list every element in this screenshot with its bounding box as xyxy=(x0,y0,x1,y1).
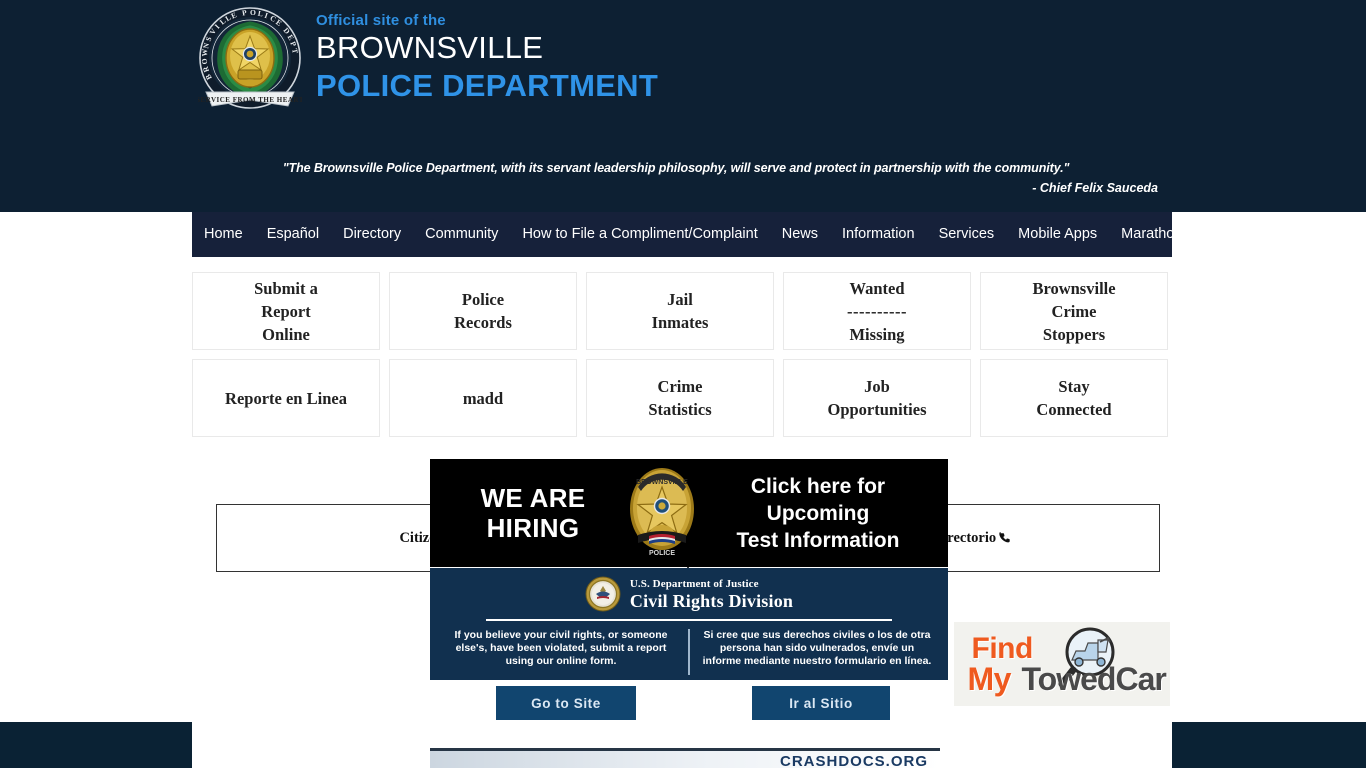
hiring-line-1: WE ARE xyxy=(480,483,586,513)
tile-line-2: Connected xyxy=(1036,400,1112,419)
tile-line-1: madd xyxy=(462,388,504,408)
quick-links-row-2: Reporte en Linea madd Crime Statistics J… xyxy=(192,359,1172,437)
hiring-cta-text: Click here for Upcoming Test Information xyxy=(702,473,934,554)
doj-spanish-text: Si cree que sus derechos civiles o los d… xyxy=(702,629,932,667)
tile-line-1: Jail xyxy=(667,290,693,309)
tile-line-1: Reporte en Linea xyxy=(225,388,347,408)
tile-line-2: Report xyxy=(261,301,311,321)
hiring-cta-line-3: Test Information xyxy=(736,528,900,552)
tile-line-3: Missing xyxy=(849,324,905,344)
official-site-label: Official site of the xyxy=(316,12,446,29)
police-star-badge-icon: BROWNSVILLE POLICE xyxy=(625,465,699,561)
svg-text:O: O xyxy=(250,8,256,17)
tile-submit-report-online[interactable]: Submit a Report Online xyxy=(192,272,380,350)
nav-item-services[interactable]: Services xyxy=(927,212,1007,257)
svg-text:SERVICE FROM THE HEART: SERVICE FROM THE HEART xyxy=(198,96,302,104)
nav-item-directory[interactable]: Directory xyxy=(331,212,413,257)
quick-links-grid: Submit a Report Online Police Records Ja… xyxy=(192,272,1172,446)
tile-line-1: Stay xyxy=(1058,377,1090,396)
city-title: BROWNSVILLE xyxy=(316,30,544,65)
doj-vertical-divider xyxy=(688,629,690,675)
hiring-cta-line-1: Click here for xyxy=(750,474,886,498)
tile-divider-dashes: ---------- xyxy=(847,301,907,321)
tile-line-1: Submit a xyxy=(254,278,318,298)
crashdocs-body: CRASHDOCS.ORG xyxy=(430,751,940,768)
tile-line-1: Police xyxy=(461,290,505,309)
police-department-badge-icon: B R O W N S V I L L E P O L I C E D E P … xyxy=(196,6,303,118)
chief-quote-text: "The Brownsville Police Department, with… xyxy=(282,161,1070,175)
doj-divider-rule xyxy=(486,619,892,621)
nav-item-mobile-apps[interactable]: Mobile Apps xyxy=(1006,212,1109,257)
nav-item-news[interactable]: News xyxy=(770,212,830,257)
tile-line-3: Online xyxy=(262,324,310,344)
nav-item-compliment-complaint[interactable]: How to File a Compliment/Complaint xyxy=(510,212,769,257)
tile-crime-statistics[interactable]: Crime Statistics xyxy=(586,359,774,437)
tile-police-records[interactable]: Police Records xyxy=(389,272,577,350)
tile-line-1: Wanted xyxy=(849,278,905,298)
tile-jail-inmates[interactable]: Jail Inmates xyxy=(586,272,774,350)
tile-line-2: Records xyxy=(454,313,512,332)
footer-band-right xyxy=(1172,722,1366,768)
hiring-headline: WE ARE HIRING xyxy=(444,483,622,543)
towed-word-my: My xyxy=(967,661,1012,697)
doj-agency-name: U.S. Department of Justice xyxy=(629,577,759,590)
doj-division-name: Civil Rights Division xyxy=(629,590,794,611)
towed-word-towedcar: TowedCar xyxy=(1021,661,1167,697)
tile-brownsville-crime-stoppers[interactable]: Brownsville Crime Stoppers xyxy=(980,272,1168,350)
tile-line-2: Inmates xyxy=(651,313,709,332)
tile-line-3: Stoppers xyxy=(1042,324,1106,344)
ir-al-sitio-button[interactable]: Ir al Sitio xyxy=(752,686,890,720)
crashdocs-label: CRASHDOCS.ORG xyxy=(779,753,928,768)
hiring-line-2: HIRING xyxy=(486,513,580,543)
tile-line-1: Crime xyxy=(657,377,703,396)
tile-stay-connected[interactable]: Stay Connected xyxy=(980,359,1168,437)
quick-links-row-1: Submit a Report Online Police Records Ja… xyxy=(192,272,1172,350)
tile-line-2: Opportunities xyxy=(827,400,927,419)
tile-madd[interactable]: madd xyxy=(389,359,577,437)
towed-logo-inner: Find My TowedCar xyxy=(960,627,1167,700)
brand-text: Official site of the BROWNSVILLE POLICE … xyxy=(316,6,658,105)
tile-wanted-missing[interactable]: Wanted ---------- Missing xyxy=(783,272,971,350)
tile-reporte-en-linea[interactable]: Reporte en Linea xyxy=(192,359,380,437)
crashdocs-banner[interactable]: CRASHDOCS.ORG xyxy=(430,748,940,768)
tile-line-1: Job xyxy=(864,377,890,396)
footer-band-left xyxy=(0,722,192,768)
nav-item-home[interactable]: Home xyxy=(192,212,255,257)
tile-job-opportunities[interactable]: Job Opportunities xyxy=(783,359,971,437)
phone-icon xyxy=(998,531,1011,546)
go-to-site-button[interactable]: Go to Site xyxy=(496,686,636,720)
doj-title-block: U.S. Department of Justice Civil Rights … xyxy=(629,577,794,611)
tile-line-2: Statistics xyxy=(648,400,712,419)
tile-line-1: Brownsville xyxy=(1032,278,1116,298)
nav-item-marathon[interactable]: Marathon xyxy=(1109,212,1194,257)
svg-text:BROWNSVILLE: BROWNSVILLE xyxy=(636,479,688,486)
department-title: POLICE DEPARTMENT xyxy=(316,68,659,103)
doj-english-text: If you believe your civil rights, or som… xyxy=(454,629,668,667)
find-my-towed-car-logo[interactable]: Find My TowedCar xyxy=(954,622,1170,706)
nav-item-community[interactable]: Community xyxy=(413,212,510,257)
doj-seal-icon xyxy=(585,576,621,612)
svg-text:POLICE: POLICE xyxy=(649,550,675,557)
nav-item-espanol[interactable]: Español xyxy=(255,212,331,257)
we-are-hiring-banner[interactable]: WE ARE HIRING BROWNSVILLE POLICE Click h… xyxy=(430,459,948,567)
page-root: B R O W N S V I L L E P O L I C E D E P … xyxy=(0,0,1366,768)
hiring-cta-line-2: Upcoming xyxy=(766,501,870,525)
doj-text-row: If you believe your civil rights, or som… xyxy=(430,629,948,675)
tile-line-2: Crime xyxy=(1051,301,1097,321)
doj-header-row: U.S. Department of Justice Civil Rights … xyxy=(430,576,948,612)
nav-item-information[interactable]: Information xyxy=(830,212,927,257)
main-navigation: Home Español Directory Community How to … xyxy=(192,212,1182,257)
doj-civil-rights-banner[interactable]: U.S. Department of Justice Civil Rights … xyxy=(430,568,948,680)
chief-quote-attribution: - Chief Felix Sauceda xyxy=(1032,181,1158,195)
site-header: B R O W N S V I L L E P O L I C E D E P … xyxy=(0,0,1366,212)
chief-quote-block: "The Brownsville Police Department, with… xyxy=(190,158,1162,198)
brand-block[interactable]: B R O W N S V I L L E P O L I C E D E P … xyxy=(196,6,658,118)
